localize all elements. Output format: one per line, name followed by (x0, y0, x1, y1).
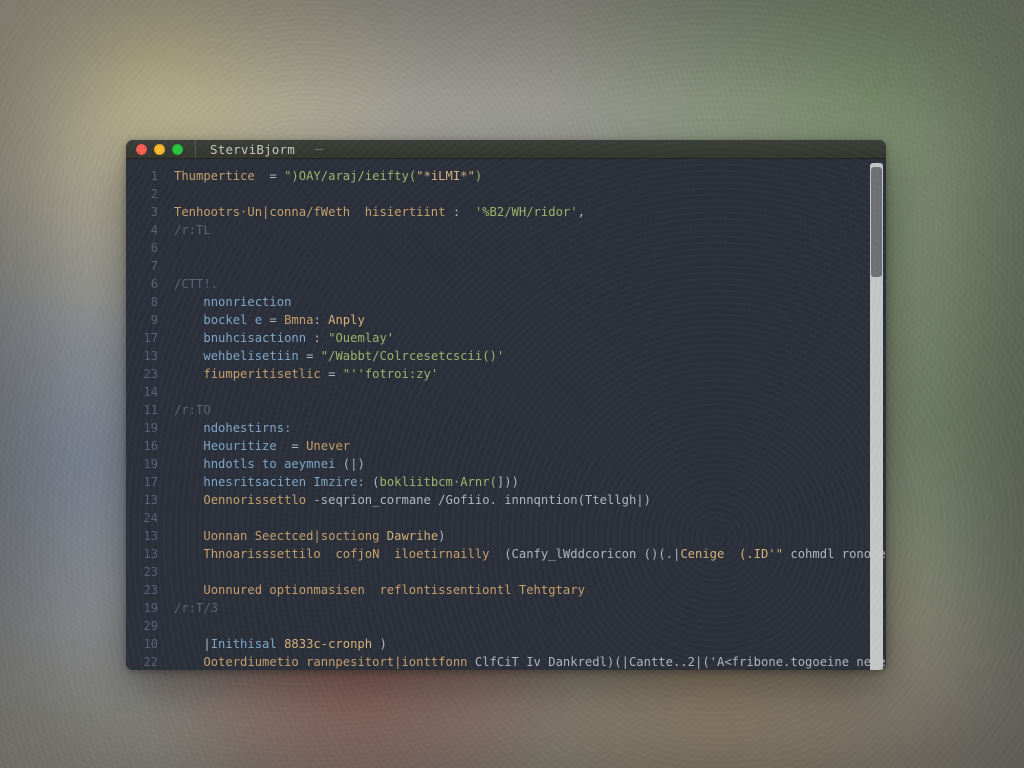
code-line: Uonnured optionmasisen reflontissentiont… (174, 581, 878, 599)
line-number: 7 (126, 257, 170, 275)
line-number: 13 (126, 491, 170, 509)
code-line: Ooterdiumetio rannpesitort|ionttfonn Clf… (174, 653, 878, 670)
code-line: /r:TL (174, 221, 878, 239)
vertical-scrollbar-thumb[interactable] (871, 167, 882, 277)
line-number: 14 (126, 383, 170, 401)
code-line: wehbelisetiin = "/Wabbt/Colrcesetcscii()… (174, 347, 878, 365)
line-number: 23 (126, 365, 170, 383)
minimize-icon[interactable] (154, 144, 165, 155)
line-number: 10 (126, 635, 170, 653)
line-number: 23 (126, 563, 170, 581)
code-line (174, 563, 878, 581)
line-number: 6 (126, 239, 170, 257)
titlebar-separator (195, 140, 196, 158)
titlebar[interactable]: SterviBjorm — (126, 140, 886, 159)
line-number: 3 (126, 203, 170, 221)
editor-window: SterviBjorm — 12346768917132314111916191… (126, 140, 886, 670)
code-line: ndohestirns: (174, 419, 878, 437)
code-line: nnonriection (174, 293, 878, 311)
line-number: 23 (126, 581, 170, 599)
line-number: 16 (126, 437, 170, 455)
code-line: /r:TO (174, 401, 878, 419)
maximize-icon[interactable] (172, 144, 183, 155)
vertical-scrollbar[interactable] (870, 163, 883, 670)
code-line (174, 239, 878, 257)
line-number: 11 (126, 401, 170, 419)
line-number: 19 (126, 419, 170, 437)
code-line: /CTT!. (174, 275, 878, 293)
code-line (174, 617, 878, 635)
line-number-gutter: 1234676891713231411191619171324131323231… (126, 159, 170, 670)
code-line: Heouritize = Unever (174, 437, 878, 455)
code-line: Thnoarisssettilo cofjoN iloetirnailly (C… (174, 545, 878, 563)
window-title: SterviBjorm (210, 142, 295, 157)
line-number: 19 (126, 599, 170, 617)
code-line: Thumpertice = ")OAY/araj/ieifty("*iLMI*"… (174, 167, 878, 185)
line-number: 4 (126, 221, 170, 239)
code-line: |Inithisal 8833c-cronph ) (174, 635, 878, 653)
code-line: Oennorissettlo -seqrion_cormane /Gofiio.… (174, 491, 878, 509)
line-number: 2 (126, 185, 170, 203)
line-number: 17 (126, 473, 170, 491)
window-title-suffix: — (315, 142, 323, 157)
line-number: 24 (126, 509, 170, 527)
editor-area[interactable]: 1234676891713231411191619171324131323231… (126, 159, 886, 670)
line-number: 22 (126, 653, 170, 670)
window-controls (136, 144, 183, 155)
code-line: hndotls to aeymnei (|) (174, 455, 878, 473)
code-line: Uonnan Seectced|soctiong Dawrihe) (174, 527, 878, 545)
line-number: 13 (126, 545, 170, 563)
line-number: 6 (126, 275, 170, 293)
close-icon[interactable] (136, 144, 147, 155)
line-number: 13 (126, 347, 170, 365)
line-number: 17 (126, 329, 170, 347)
line-number: 9 (126, 311, 170, 329)
code-line: hnesritsaciten Imzire: (bokliitbcm·Arnr(… (174, 473, 878, 491)
code-line: fiumperitisetlic = "''fotroi:zy' (174, 365, 878, 383)
code-line (174, 185, 878, 203)
code-line (174, 383, 878, 401)
code-line: bockel e = Bmna: Anply (174, 311, 878, 329)
code-line (174, 257, 878, 275)
line-number: 19 (126, 455, 170, 473)
line-number: 29 (126, 617, 170, 635)
line-number: 1 (126, 167, 170, 185)
code-line: /r:T/3 (174, 599, 878, 617)
code-content[interactable]: Thumpertice = ")OAY/araj/ieifty("*iLMI*"… (170, 159, 886, 670)
line-number: 8 (126, 293, 170, 311)
code-line: bnuhcisactionn : "Ouemlay' (174, 329, 878, 347)
code-line (174, 509, 878, 527)
line-number: 13 (126, 527, 170, 545)
code-line: Tenhootrs·Un|conna/fWeth hisiertiint : '… (174, 203, 878, 221)
